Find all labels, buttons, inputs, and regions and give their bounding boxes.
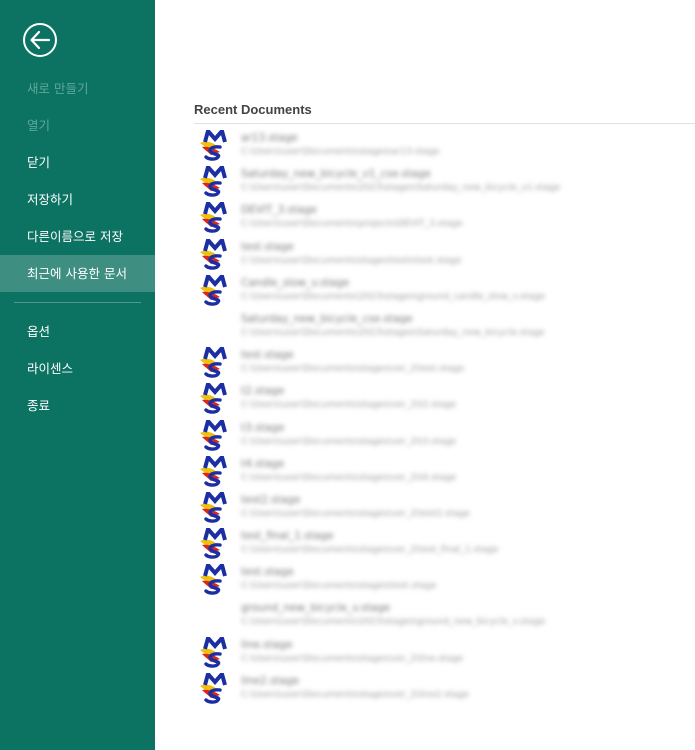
document-path: C:\Users\user\Documents\stages\tests\tes… — [241, 255, 462, 266]
sidebar-item-options[interactable]: 옵션 — [0, 313, 155, 350]
sidebar-divider — [14, 302, 141, 303]
document-text: Saturday_new_bicycle_v1_cse.stage C:\User… — [241, 168, 681, 194]
document-app-icon — [199, 344, 233, 378]
document-app-icon — [199, 126, 233, 161]
document-path: C:\Users\user\Documents\stages\ver_2\t3.… — [241, 436, 457, 447]
recent-document-item[interactable]: test.stage C:\Users\user\Documents\stages… — [155, 235, 695, 271]
sidebar-item-new[interactable]: 새로 만들기 — [0, 70, 155, 107]
recent-document-item[interactable]: test_final_1.stage C:\Users\user\Document… — [155, 524, 695, 560]
recent-document-item[interactable]: line2.stage C:\Users\user\Documents\stage… — [155, 669, 695, 705]
document-name: test_final_1.stage — [241, 530, 334, 543]
document-text: test.stage C:\Users\user\Documents\stages… — [241, 566, 681, 592]
recent-document-item[interactable]: t4.stage C:\Users\user\Documents\stages\v… — [155, 452, 695, 488]
document-name: Saturday_new_bicycle_v1_cse.stage — [241, 168, 431, 181]
title-divider — [194, 123, 695, 124]
document-app-icon — [199, 524, 233, 559]
document-name: ground_new_bicycle_v.stage — [241, 602, 391, 615]
back-button[interactable] — [22, 22, 58, 58]
document-app-icon — [199, 561, 233, 596]
sidebar-nav: 새로 만들기 열기 닫기 저장하기 다른이름으로 저장 최근에 사용한 문서 옵… — [0, 70, 155, 424]
sidebar-item-save[interactable]: 저장하기 — [0, 181, 155, 218]
document-name: line2.stage — [241, 674, 300, 687]
document-path: C:\Users\user\Documents\stages\ar13.stag… — [241, 147, 440, 157]
sidebar-item-exit[interactable]: 종료 — [0, 387, 155, 424]
document-app-icon — [199, 669, 233, 704]
document-name: Saturday_new_bicycle_cse.stage — [241, 312, 413, 325]
document-name: ar13.stage — [241, 132, 298, 144]
document-app-icon — [199, 235, 233, 270]
document-path: C:\Users\user\Documents\2023\stages\Satu… — [241, 183, 561, 194]
recent-document-item[interactable]: test.stage C:\Users\user\Documents\stages… — [155, 343, 695, 379]
document-name: t4.stage — [241, 457, 285, 470]
document-app-icon — [199, 633, 233, 668]
recent-document-item[interactable]: test.stage C:\Users\user\Documents\stages… — [155, 560, 695, 596]
document-name: t3.stage — [241, 421, 285, 434]
recent-document-item[interactable]: line.stage C:\Users\user\Documents\stages… — [155, 633, 695, 669]
document-name: test.stage — [241, 566, 294, 579]
recent-document-item[interactable]: ground_new_bicycle_v.stage C:\Users\user\… — [155, 596, 695, 632]
document-name: t2.stage — [241, 385, 285, 398]
document-name: line.stage — [241, 638, 293, 651]
document-path: C:\Users\user\Documents\2023\stages\Satu… — [241, 327, 545, 338]
document-text: Saturday_new_bicycle_cse.stage C:\Users\u… — [241, 313, 681, 339]
document-app-icon — [199, 488, 233, 523]
document-name: test.stage — [241, 240, 294, 253]
main-panel: Recent Documents ar13.stage C:\Users\user… — [155, 0, 695, 750]
recent-documents-title: Recent Documents — [194, 102, 312, 117]
document-text: t2.stage C:\Users\user\Documents\stages\v… — [241, 385, 681, 411]
sidebar-item-license[interactable]: 라이센스 — [0, 350, 155, 387]
document-path: C:\Users\user\Documents\stages\ver_2\lin… — [241, 653, 464, 664]
document-text: t3.stage C:\Users\user\Documents\stages\v… — [241, 422, 681, 448]
back-arrow-circle-icon — [23, 23, 57, 57]
document-text: test2.stage C:\Users\user\Documents\stage… — [241, 494, 681, 520]
recent-documents-list: ar13.stage C:\Users\user\Documents\stages… — [155, 126, 695, 705]
document-path: C:\Users\user\Documents\stages\ver_2\tes… — [241, 545, 499, 556]
document-text: DEVIT_3.stage C:\Users\user\Documents\pro… — [241, 204, 681, 230]
document-app-icon — [199, 163, 233, 197]
document-text: test_final_1.stage C:\Users\user\Document… — [241, 530, 681, 556]
sidebar-item-close[interactable]: 닫기 — [0, 144, 155, 181]
sidebar-item-open[interactable]: 열기 — [0, 107, 155, 144]
recent-document-item[interactable]: t2.stage C:\Users\user\Documents\stages\v… — [155, 379, 695, 415]
sidebar: 새로 만들기 열기 닫기 저장하기 다른이름으로 저장 최근에 사용한 문서 옵… — [0, 0, 155, 750]
document-app-icon — [199, 380, 233, 415]
document-text: test.stage C:\Users\user\Documents\stages… — [241, 349, 681, 375]
document-app-icon — [199, 452, 233, 487]
document-app-icon — [199, 416, 233, 451]
document-text: ar13.stage C:\Users\user\Documents\stages… — [241, 132, 681, 158]
document-path: C:\Users\user\Documents\stages\test.stag… — [241, 581, 437, 592]
document-text: Candle_slow_v.stage C:\Users\user\Documen… — [241, 277, 681, 303]
recent-document-item[interactable]: Candle_slow_v.stage C:\Users\user\Documen… — [155, 271, 695, 307]
document-path: C:\Users\user\Documents\stages\ver_2\t2.… — [241, 400, 457, 411]
document-name: test.stage — [241, 349, 294, 362]
recent-document-item[interactable]: DEVIT_3.stage C:\Users\user\Documents\pro… — [155, 198, 695, 234]
document-name: DEVIT_3.stage — [241, 204, 317, 217]
recent-document-item[interactable]: t3.stage C:\Users\user\Documents\stages\v… — [155, 416, 695, 452]
document-name: test2.stage — [241, 493, 301, 506]
document-name: Candle_slow_v.stage — [241, 276, 350, 289]
document-path: C:\Users\user\Documents\2023\stages\grou… — [241, 291, 546, 302]
recent-document-item[interactable]: Saturday_new_bicycle_v1_cse.stage C:\User… — [155, 162, 695, 198]
document-text: line.stage C:\Users\user\Documents\stages… — [241, 639, 681, 665]
sidebar-item-save-as[interactable]: 다른이름으로 저장 — [0, 218, 155, 255]
recent-document-item[interactable]: ar13.stage C:\Users\user\Documents\stages… — [155, 126, 695, 162]
document-text: ground_new_bicycle_v.stage C:\Users\user\… — [241, 602, 681, 628]
document-text: line2.stage C:\Users\user\Documents\stage… — [241, 675, 681, 701]
document-app-icon — [199, 271, 233, 306]
document-path: C:\Users\user\Documents\stages\ver_2\tes… — [241, 364, 465, 375]
document-text: t4.stage C:\Users\user\Documents\stages\v… — [241, 458, 681, 484]
sidebar-item-recent-documents[interactable]: 최근에 사용한 문서 — [0, 255, 155, 292]
document-text: test.stage C:\Users\user\Documents\stages… — [241, 241, 681, 267]
document-path: C:\Users\user\Documents\stages\ver_2\lin… — [241, 689, 469, 700]
recent-document-item[interactable]: Saturday_new_bicycle_cse.stage C:\Users\u… — [155, 307, 695, 343]
document-path: C:\Users\user\Documents\stages\ver_2\t4.… — [241, 472, 457, 483]
document-path: C:\Users\user\Documents\2023\stages\grou… — [241, 617, 546, 628]
recent-document-item[interactable]: test2.stage C:\Users\user\Documents\stage… — [155, 488, 695, 524]
document-path: C:\Users\user\Documents\projects\DEVIT_3… — [241, 219, 463, 230]
document-app-icon — [199, 199, 233, 234]
document-path: C:\Users\user\Documents\stages\ver_2\tes… — [241, 508, 470, 519]
